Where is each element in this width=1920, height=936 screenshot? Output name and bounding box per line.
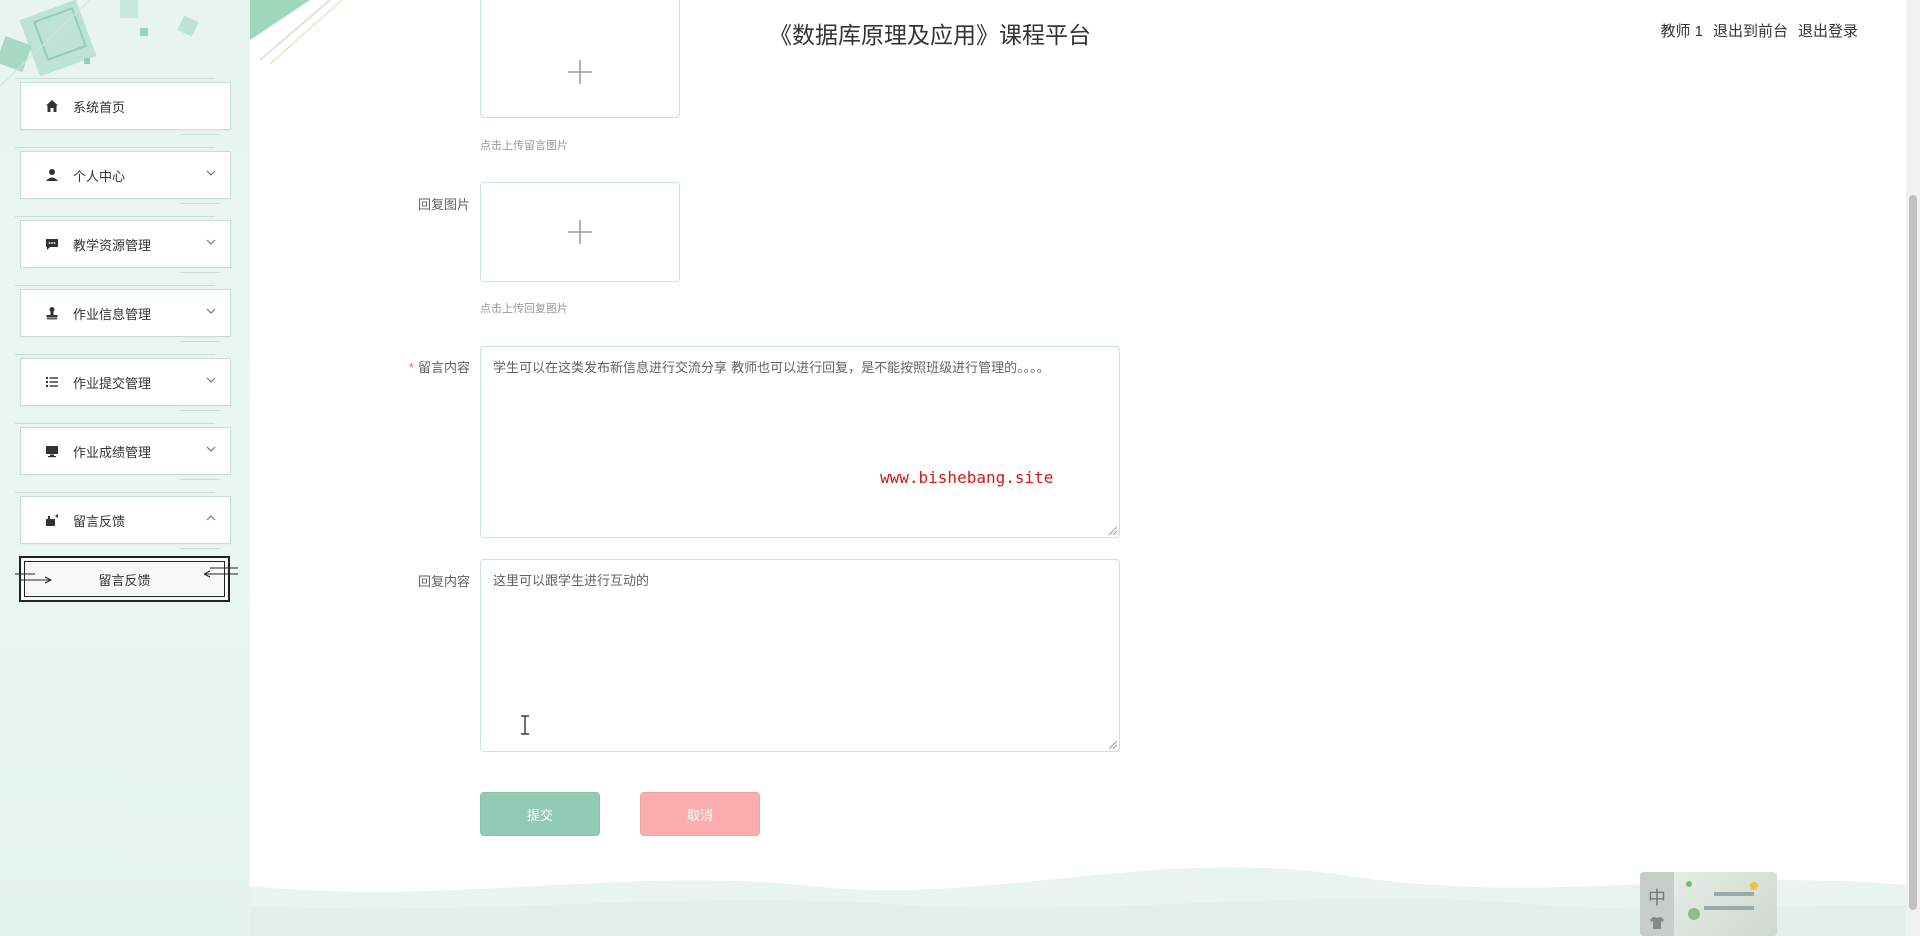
- language-toggle[interactable]: 中: [1640, 872, 1674, 936]
- message-content-label: 留言内容: [417, 360, 470, 375]
- resize-handle-icon: [1109, 741, 1117, 749]
- header-decoration: [250, 0, 343, 65]
- sidebar-item-homework-submission[interactable]: 作业提交管理: [15, 354, 231, 411]
- reply-content-text: 这里可以跟学生进行互动的: [493, 574, 650, 589]
- reply-content-label: 回复内容: [417, 574, 470, 589]
- chat-icon: [45, 237, 59, 251]
- sidebar-item-label: 作业成绩管理: [73, 444, 152, 460]
- stamp-icon: [45, 306, 59, 320]
- list-icon: [45, 375, 59, 389]
- floating-widget[interactable]: 中: [1640, 872, 1777, 936]
- sidebar-item-label: 作业信息管理: [73, 306, 152, 322]
- sidebar-subitem-feedback[interactable]: 留言反馈: [15, 556, 238, 602]
- resize-handle-icon: [1109, 527, 1117, 535]
- feedback-icon: [45, 513, 59, 527]
- text-cursor-icon: [521, 715, 529, 735]
- sidebar-item-homework-info[interactable]: 作业信息管理: [15, 285, 231, 342]
- sidebar-item-homework-grades[interactable]: 作业成绩管理: [15, 423, 231, 480]
- illustration-icon: [1686, 881, 1758, 920]
- chevron-up-icon: [206, 515, 216, 521]
- user-icon: [45, 168, 59, 182]
- chevron-down-icon: [206, 377, 216, 383]
- monitor-icon: [45, 444, 59, 458]
- sidebar-subitem-label: 留言反馈: [98, 572, 151, 588]
- scrollbar-thumb[interactable]: [1909, 195, 1917, 910]
- sidebar-item-teaching-resources[interactable]: 教学资源管理: [15, 216, 231, 273]
- shirt-icon: [1650, 917, 1664, 929]
- sidebar: 系统首页 个人中心 教学资源管理 作业信息管理 作业提交管理 作业成绩管理 留言…: [0, 0, 250, 936]
- language-label: 中: [1648, 888, 1666, 908]
- message-image-tip: 点击上传留言图片: [480, 140, 568, 152]
- sidebar-item-home[interactable]: 系统首页: [15, 78, 231, 135]
- sidebar-item-label: 系统首页: [73, 99, 126, 115]
- message-content-label-wrap: * 留言内容: [380, 357, 470, 376]
- chevron-down-icon: [206, 446, 216, 452]
- sidebar-item-personal[interactable]: 个人中心: [15, 147, 231, 204]
- reply-content-textarea[interactable]: 这里可以跟学生进行互动的: [480, 559, 1120, 752]
- sidebar-item-feedback[interactable]: 留言反馈: [15, 492, 231, 549]
- message-content-text: 学生可以在这类发布新信息进行交流分享 教师也可以进行回复，是不能按照班级进行管理…: [493, 361, 1050, 376]
- chevron-down-icon: [206, 170, 216, 176]
- reply-image-tip: 点击上传回复图片: [480, 303, 568, 315]
- sidebar-item-label: 作业提交管理: [73, 375, 152, 391]
- plus-icon: [568, 60, 592, 84]
- arrow-right-icon: [204, 567, 238, 578]
- message-content-textarea[interactable]: 学生可以在这类发布新信息进行交流分享 教师也可以进行回复，是不能按照班级进行管理…: [480, 346, 1120, 538]
- header-links: 教师 1 退出到前台 退出登录: [1660, 20, 1858, 41]
- message-image-upload[interactable]: [480, 0, 680, 118]
- home-icon: [45, 99, 59, 113]
- reply-image-label: 回复图片: [417, 197, 470, 212]
- sidebar-decoration: [0, 0, 199, 87]
- page-scrollbar[interactable]: [1906, 0, 1920, 936]
- sidebar-item-label: 个人中心: [73, 168, 126, 184]
- sidebar-item-label: 教学资源管理: [73, 237, 152, 253]
- back-to-frontend-link[interactable]: 退出到前台: [1713, 20, 1788, 41]
- logout-link[interactable]: 退出登录: [1798, 20, 1858, 41]
- page-title: 《数据库原理及应用》课程平台: [769, 23, 1091, 49]
- watermark-text: www.bishebang.site: [880, 468, 1054, 487]
- plus-icon: [568, 220, 592, 244]
- sidebar-menu: 系统首页 个人中心 教学资源管理 作业信息管理 作业提交管理 作业成绩管理 留言…: [15, 78, 238, 602]
- chevron-down-icon: [206, 239, 216, 245]
- current-user: 教师 1: [1660, 23, 1703, 40]
- reply-image-upload[interactable]: [480, 182, 680, 282]
- cancel-button[interactable]: 取消: [640, 792, 760, 836]
- required-mark: *: [408, 360, 414, 375]
- arrow-left-icon: [15, 573, 53, 584]
- submit-button[interactable]: 提交: [480, 792, 600, 836]
- widget-illustration: [1674, 872, 1777, 936]
- chevron-down-icon: [206, 308, 216, 314]
- sidebar-item-label: 留言反馈: [73, 513, 126, 529]
